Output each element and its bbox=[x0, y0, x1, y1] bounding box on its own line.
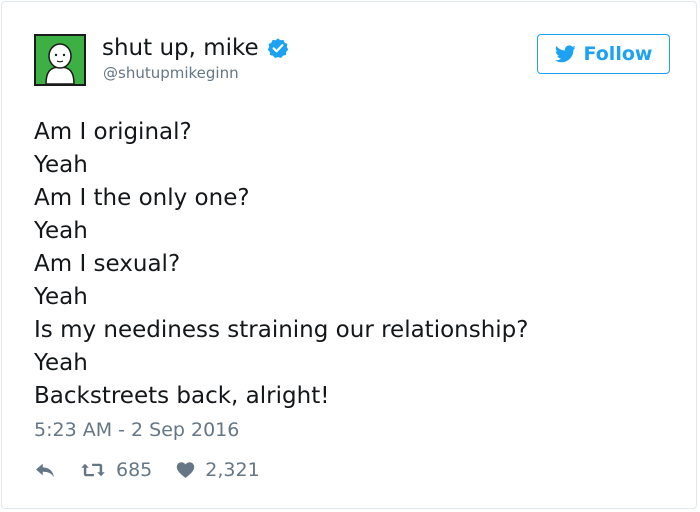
follow-button-label: Follow bbox=[583, 43, 653, 65]
tweet-line: Yeah bbox=[34, 152, 88, 178]
retweet-button[interactable]: 685 bbox=[80, 459, 152, 481]
reply-button[interactable] bbox=[34, 461, 56, 479]
tweet-line: Yeah bbox=[34, 218, 88, 244]
like-count: 2,321 bbox=[205, 459, 260, 481]
cartoon-person-avatar-icon bbox=[36, 36, 84, 84]
tweet-actions: 685 2,321 bbox=[34, 457, 260, 483]
tweet-line: Am I sexual? bbox=[34, 251, 181, 277]
twitter-bird-icon bbox=[554, 45, 576, 63]
display-name[interactable]: shut up, mike bbox=[102, 33, 259, 63]
tweet-line: Backstreets back, alright! bbox=[34, 383, 330, 409]
heart-icon bbox=[176, 461, 195, 479]
user-handle[interactable]: @shutupmikeginn bbox=[103, 64, 239, 82]
retweet-count: 685 bbox=[116, 459, 153, 481]
tweet-line: Is my neediness straining our relationsh… bbox=[34, 317, 529, 343]
like-button[interactable]: 2,321 bbox=[176, 459, 260, 481]
name-row: shut up, mike bbox=[102, 33, 289, 63]
tweet-line: Am I original? bbox=[34, 119, 192, 145]
tweet-text: Am I original? Yeah Am I the only one? Y… bbox=[34, 116, 674, 413]
avatar[interactable] bbox=[34, 34, 86, 86]
verified-badge-icon bbox=[267, 37, 289, 59]
tweet-timestamp[interactable]: 5:23 AM - 2 Sep 2016 bbox=[34, 419, 239, 441]
tweet-line: Am I the only one? bbox=[34, 185, 250, 211]
tweet-line: Yeah bbox=[34, 350, 88, 376]
tweet-line: Yeah bbox=[34, 284, 88, 310]
follow-button[interactable]: Follow bbox=[537, 34, 670, 74]
tweet-card: shut up, mike @shutupmikeginn Follow Am … bbox=[1, 1, 697, 509]
reply-icon bbox=[34, 461, 56, 479]
retweet-icon bbox=[80, 461, 106, 479]
